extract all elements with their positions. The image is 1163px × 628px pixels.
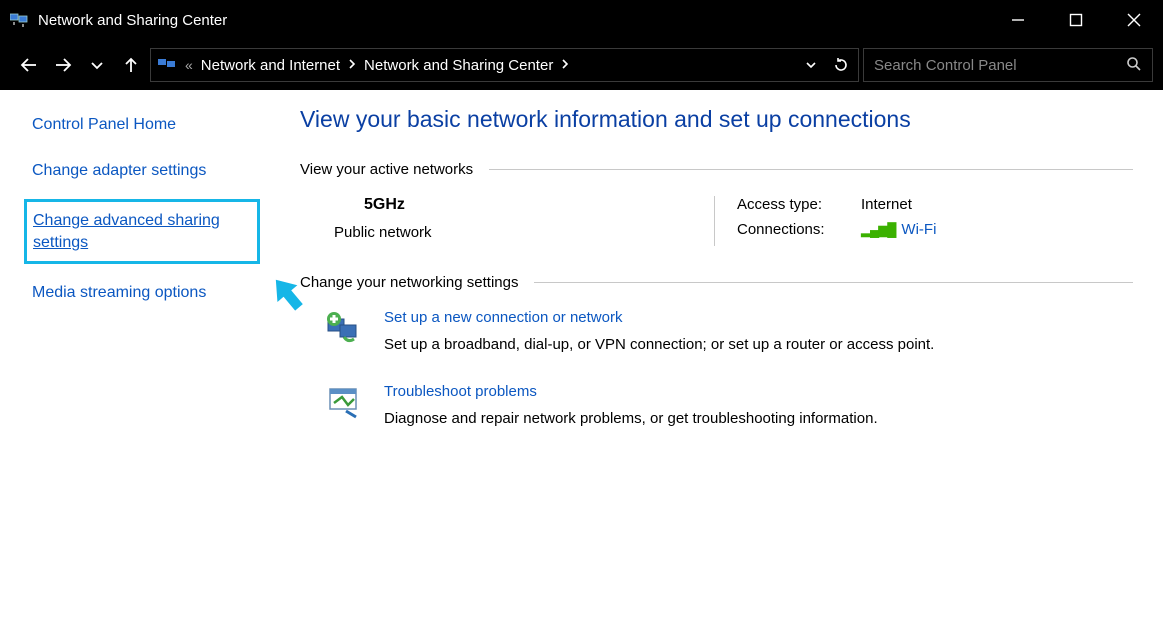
action-description: Set up a broadband, dial-up, or VPN conn… — [384, 336, 934, 353]
section-label: Change your networking settings — [300, 274, 518, 291]
window-title: Network and Sharing Center — [38, 12, 989, 29]
chevron-right-icon — [348, 57, 356, 73]
sidebar-link-advanced-sharing[interactable]: Change advanced sharing settings — [33, 210, 247, 255]
highlight-box: Change advanced sharing settings — [24, 199, 260, 264]
search-input[interactable] — [874, 57, 1126, 74]
forward-button[interactable] — [48, 50, 78, 80]
minimize-button[interactable] — [989, 0, 1047, 40]
breadcrumb-item[interactable]: Network and Internet — [201, 57, 340, 74]
network-identity: 5GHz Public network — [334, 196, 714, 246]
search-icon[interactable] — [1126, 56, 1142, 75]
page-heading: View your basic network information and … — [300, 106, 1133, 133]
window-titlebar: Network and Sharing Center — [0, 0, 1163, 40]
action-troubleshoot: Troubleshoot problems Diagnose and repai… — [324, 383, 1133, 427]
divider — [534, 282, 1133, 283]
control-panel-icon — [10, 11, 28, 29]
control-panel-home-link[interactable]: Control Panel Home — [32, 114, 290, 136]
breadcrumb-item[interactable]: Network and Sharing Center — [364, 57, 553, 74]
troubleshoot-icon — [324, 383, 364, 423]
action-description: Diagnose and repair network problems, or… — [384, 410, 878, 427]
section-label: View your active networks — [300, 161, 473, 178]
access-type-value: Internet — [861, 196, 912, 213]
divider — [489, 169, 1133, 170]
new-connection-icon — [324, 309, 364, 349]
sidebar: Control Panel Home Change adapter settin… — [0, 90, 300, 628]
network-details: Access type: Internet Connections: ▂▄▆█ W… — [714, 196, 936, 246]
sidebar-link-media-streaming[interactable]: Media streaming options — [32, 282, 290, 304]
active-network-row: 5GHz Public network Access type: Interne… — [334, 196, 1133, 246]
action-title-link[interactable]: Troubleshoot problems — [384, 383, 878, 400]
up-button[interactable] — [116, 50, 146, 80]
recent-locations-button[interactable] — [82, 50, 112, 80]
content-area: Control Panel Home Change adapter settin… — [0, 90, 1163, 628]
connections-label: Connections: — [737, 221, 847, 238]
connection-link[interactable]: Wi-Fi — [901, 221, 936, 238]
address-history-button[interactable] — [800, 59, 822, 71]
address-bar[interactable]: « Network and Internet Network and Shari… — [150, 48, 859, 82]
section-active-networks: View your active networks — [300, 161, 1133, 178]
maximize-button[interactable] — [1047, 0, 1105, 40]
access-type-label: Access type: — [737, 196, 847, 213]
action-title-link[interactable]: Set up a new connection or network — [384, 309, 934, 326]
network-name: 5GHz — [364, 196, 714, 214]
window-controls — [989, 0, 1163, 40]
chevron-right-icon — [561, 57, 569, 73]
back-button[interactable] — [14, 50, 44, 80]
wifi-signal-icon: ▂▄▆█ — [861, 222, 895, 238]
sidebar-link-adapter-settings[interactable]: Change adapter settings — [32, 160, 290, 182]
close-button[interactable] — [1105, 0, 1163, 40]
section-change-settings: Change your networking settings — [300, 274, 1133, 291]
breadcrumb-prefix: « — [185, 57, 193, 73]
location-icon — [157, 55, 177, 75]
main-panel: View your basic network information and … — [300, 90, 1163, 628]
search-box[interactable] — [863, 48, 1153, 82]
action-new-connection: Set up a new connection or network Set u… — [324, 309, 1133, 353]
network-type: Public network — [334, 224, 714, 241]
refresh-button[interactable] — [830, 57, 852, 73]
navigation-bar: « Network and Internet Network and Shari… — [0, 40, 1163, 90]
